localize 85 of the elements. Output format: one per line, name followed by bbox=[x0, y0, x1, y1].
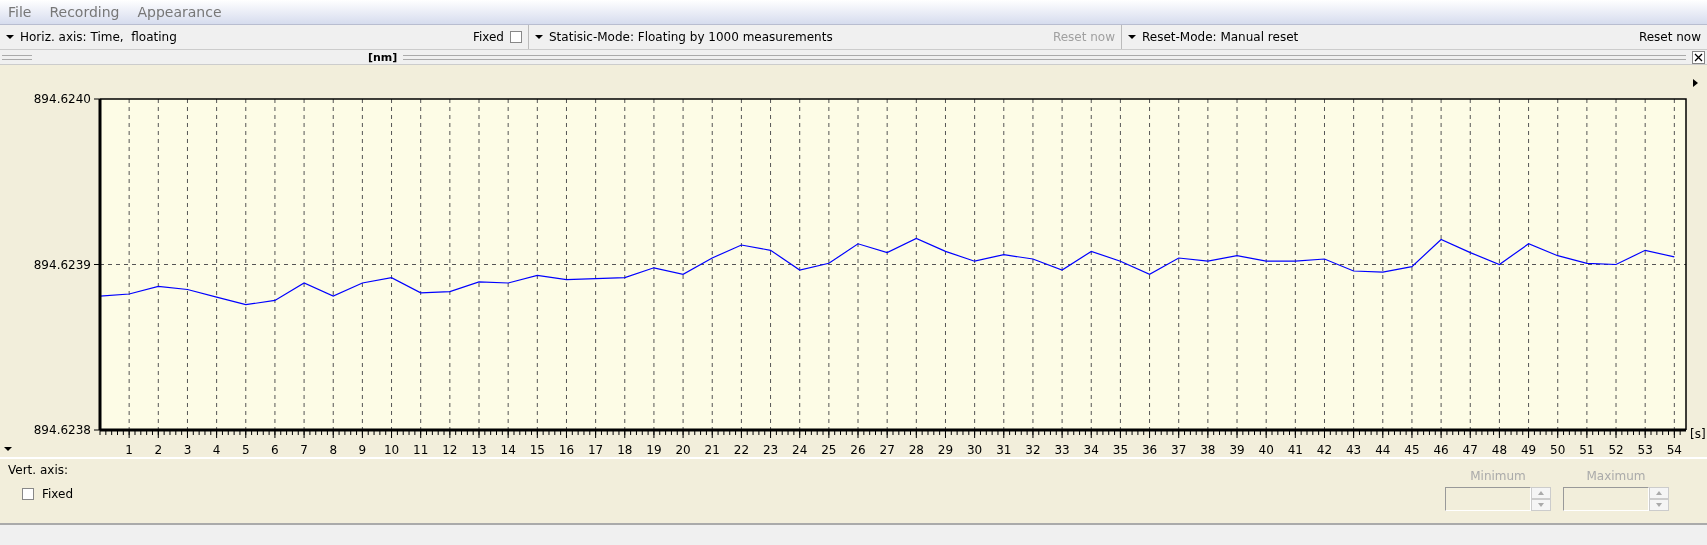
y-tick-label: 894.6239 bbox=[33, 257, 91, 272]
x-tick-label: 19 bbox=[646, 443, 662, 457]
x-tick-label: 32 bbox=[1025, 443, 1041, 457]
fixed-label: Fixed bbox=[472, 30, 504, 44]
fixed-checkbox[interactable] bbox=[22, 488, 34, 500]
x-tick-label: 34 bbox=[1083, 443, 1099, 457]
x-unit-label: [s] bbox=[1690, 427, 1706, 441]
unit-label: [nm] bbox=[368, 50, 398, 64]
minimum-label: Minimum bbox=[1470, 469, 1526, 483]
x-tick-label: 47 bbox=[1462, 443, 1478, 457]
x-tick-label: 42 bbox=[1316, 443, 1333, 457]
maximum-label: Maximum bbox=[1586, 469, 1646, 483]
x-tick-label: 13 bbox=[471, 443, 487, 457]
x-tick-label: 38 bbox=[1200, 443, 1216, 457]
maximum-field[interactable] bbox=[1563, 487, 1649, 511]
dropdown-icon[interactable] bbox=[1128, 35, 1136, 39]
fixed-label: Fixed bbox=[42, 487, 74, 501]
x-tick-label: 49 bbox=[1520, 443, 1537, 457]
y-tick-label: 894.6240 bbox=[33, 92, 91, 106]
x-tick-label: 27 bbox=[879, 443, 895, 457]
x-tick-label: 48 bbox=[1491, 443, 1508, 457]
x-tick-label: 25 bbox=[821, 443, 837, 457]
x-tick-label: 41 bbox=[1287, 443, 1303, 457]
x-tick-label: 40 bbox=[1258, 443, 1274, 457]
x-tick-label: 23 bbox=[762, 443, 779, 457]
x-tick-label: 51 bbox=[1579, 443, 1595, 457]
x-tick-label: 31 bbox=[996, 443, 1012, 457]
x-tick-label: 5 bbox=[241, 443, 250, 457]
x-tick-label: 33 bbox=[1054, 443, 1070, 457]
x-tick-label: 20 bbox=[675, 443, 691, 457]
menu-item[interactable]: File bbox=[8, 4, 32, 20]
spin-down-icon[interactable] bbox=[1531, 499, 1551, 511]
x-tick-label: 39 bbox=[1229, 443, 1245, 457]
collapse-icon[interactable] bbox=[4, 447, 12, 451]
x-tick-label: 52 bbox=[1608, 443, 1624, 457]
x-tick-label: 44 bbox=[1375, 443, 1391, 457]
menu-item[interactable]: Recording bbox=[49, 4, 120, 20]
x-tick-label: 7 bbox=[300, 443, 308, 457]
x-tick-label: 29 bbox=[937, 443, 954, 457]
x-tick-label: 36 bbox=[1141, 443, 1158, 457]
x-tick-label: 53 bbox=[1637, 443, 1653, 457]
x-tick-label: 54 bbox=[1666, 443, 1682, 457]
x-tick-label: 4 bbox=[212, 443, 221, 457]
x-tick-label: 6 bbox=[271, 443, 279, 457]
dropdown-icon[interactable] bbox=[535, 35, 543, 39]
x-tick-label: 15 bbox=[529, 443, 545, 457]
spin-up-icon[interactable] bbox=[1649, 487, 1669, 499]
x-tick-label: 1 bbox=[125, 443, 133, 457]
x-tick-label: 24 bbox=[792, 443, 808, 457]
x-tick-label: 14 bbox=[500, 443, 516, 457]
close-icon[interactable] bbox=[1692, 50, 1705, 64]
x-tick-label: 12 bbox=[442, 443, 458, 457]
x-tick-label: 45 bbox=[1404, 443, 1420, 457]
x-tick-label: 21 bbox=[704, 443, 720, 457]
x-tick-label: 35 bbox=[1112, 443, 1129, 457]
vert-axis-label: Vert. axis: bbox=[8, 463, 69, 477]
minimum-field[interactable] bbox=[1445, 487, 1531, 511]
x-tick-label: 26 bbox=[850, 443, 866, 457]
x-tick-label: 18 bbox=[617, 443, 633, 457]
x-tick-label: 10 bbox=[383, 443, 400, 457]
statistic-mode-label[interactable]: Statisic-Mode: Floating by 1000 measurements bbox=[549, 30, 833, 44]
x-tick-label: 30 bbox=[967, 443, 983, 457]
reset-now-button[interactable]: Reset now bbox=[1638, 30, 1701, 44]
expand-icon[interactable] bbox=[1693, 79, 1698, 87]
x-tick-label: 50 bbox=[1550, 443, 1566, 457]
x-tick-label: 3 bbox=[183, 443, 192, 457]
x-tick-label: 9 bbox=[358, 443, 367, 457]
x-tick-label: 2 bbox=[154, 443, 163, 457]
fixed-checkbox[interactable] bbox=[510, 31, 522, 43]
reset-mode-label[interactable]: Reset-Mode: Manual reset bbox=[1142, 30, 1299, 44]
x-tick-label: 28 bbox=[908, 443, 924, 457]
x-tick-label: 17 bbox=[588, 443, 604, 457]
horiz-axis-label[interactable]: Horiz. axis: Time, floating bbox=[20, 30, 177, 44]
spin-down-icon[interactable] bbox=[1649, 499, 1669, 511]
y-tick-label: 894.6238 bbox=[33, 423, 91, 437]
spin-up-icon[interactable] bbox=[1531, 487, 1551, 499]
menu-item[interactable]: Appearance bbox=[137, 4, 222, 20]
x-tick-label: 8 bbox=[329, 443, 338, 457]
x-tick-label: 11 bbox=[413, 443, 429, 457]
x-tick-label: 22 bbox=[733, 443, 750, 457]
x-tick-label: 37 bbox=[1171, 443, 1187, 457]
x-tick-label: 43 bbox=[1346, 443, 1362, 457]
dropdown-icon[interactable] bbox=[6, 35, 14, 39]
x-tick-label: 46 bbox=[1433, 443, 1449, 457]
x-tick-label: 16 bbox=[558, 443, 575, 457]
